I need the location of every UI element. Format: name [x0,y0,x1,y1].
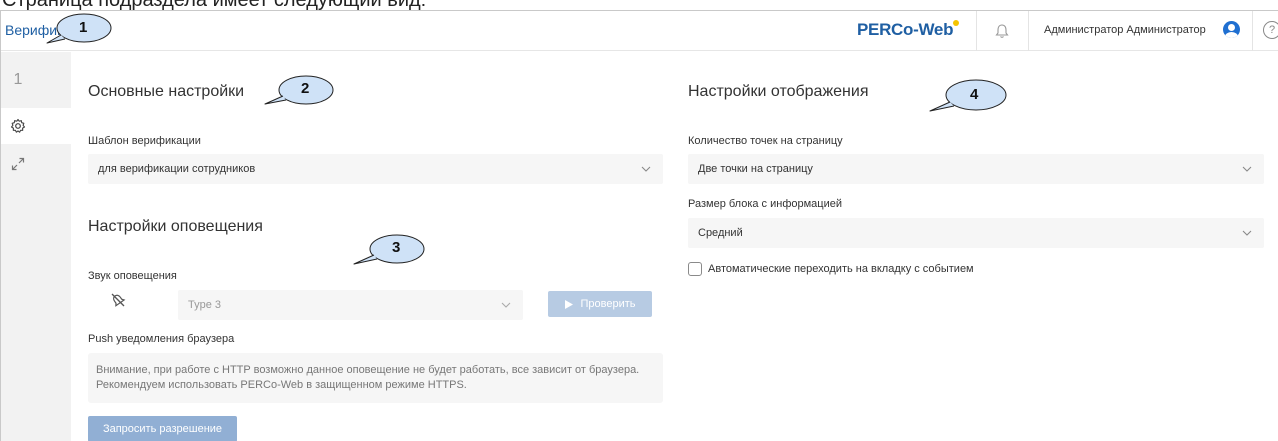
callout-4-number: 4 [970,86,979,103]
sound-label: Звук оповещения [88,270,177,282]
callout-3 [353,234,425,265]
section-basic-title: Основные настройки [88,83,245,100]
chevron-down-icon [1242,166,1252,172]
callout-3-number: 3 [392,239,401,256]
user-name[interactable]: Администратор Администратор [1044,24,1206,36]
divider [1028,11,1029,51]
chevron-down-icon [641,166,651,172]
logo-dot [953,20,959,26]
request-permission-button[interactable]: Запросить разрешение [88,416,237,441]
caption-text: Страница подраздела имеет следующий вид: [2,0,426,10]
auto-switch-checkbox[interactable] [688,262,702,276]
template-value: для верификации сотрудников [98,163,256,175]
points-label: Количество точек на страницу [688,135,843,147]
logo: PERCo-Web [857,20,954,39]
play-icon [565,299,574,309]
sidebar-item-expand[interactable] [1,146,71,182]
avatar[interactable] [1223,21,1240,38]
gear-icon [10,118,26,133]
sidebar-item-settings[interactable] [1,108,71,144]
callout-2-number: 2 [301,80,310,97]
divider [976,11,977,51]
template-select[interactable]: для верификации сотрудников [88,154,663,184]
callout-1-number: 1 [79,19,88,36]
auto-switch-label: Автоматические переходить на вкладку с с… [708,263,974,275]
block-size-value: Средний [698,227,743,239]
points-select[interactable]: Две точки на страницу [688,154,1264,184]
chevron-down-icon [501,302,511,308]
chevron-down-icon [1242,230,1252,236]
block-size-select[interactable]: Средний [688,218,1264,248]
sidebar-item-1[interactable]: 1 [1,62,71,98]
bell-icon[interactable] [994,23,1010,39]
top-bar: Верификация PERCo-Web Администратор Адми… [1,11,1278,51]
document-caption: Страница подраздела имеет следующий вид: [0,0,1278,10]
notice-line-1: Внимание, при работе с HTTP возможно дан… [96,364,640,376]
callout-1 [46,13,112,44]
section-display-title: Настройки отображения [688,83,869,100]
bell-off-icon[interactable] [110,292,126,308]
help-icon[interactable]: ? [1263,21,1278,39]
push-label: Push уведомления браузера [88,333,235,345]
notice-line-2: Рекомендуем использовать PERCo-Web в защ… [96,379,467,391]
expand-icon [11,157,25,171]
https-notice: Внимание, при работе с HTTP возможно дан… [88,353,663,403]
sidebar-item-label: 1 [13,71,23,88]
section-notify-title: Настройки оповещения [88,218,263,235]
block-size-label: Размер блока с информацией [688,198,843,210]
callout-4 [929,79,1007,112]
sound-select[interactable]: Type 3 [178,290,523,320]
template-label: Шаблон верификации [88,135,201,147]
sound-value: Type 3 [188,299,222,311]
callout-2 [264,75,334,105]
check-sound-button[interactable]: Проверить [548,291,652,317]
sidebar: 1 [1,52,71,441]
points-value: Две точки на страницу [698,163,813,175]
divider [1252,11,1253,51]
check-button-label: Проверить [580,298,636,310]
app-window: Верификация PERCo-Web Администратор Адми… [0,10,1278,441]
